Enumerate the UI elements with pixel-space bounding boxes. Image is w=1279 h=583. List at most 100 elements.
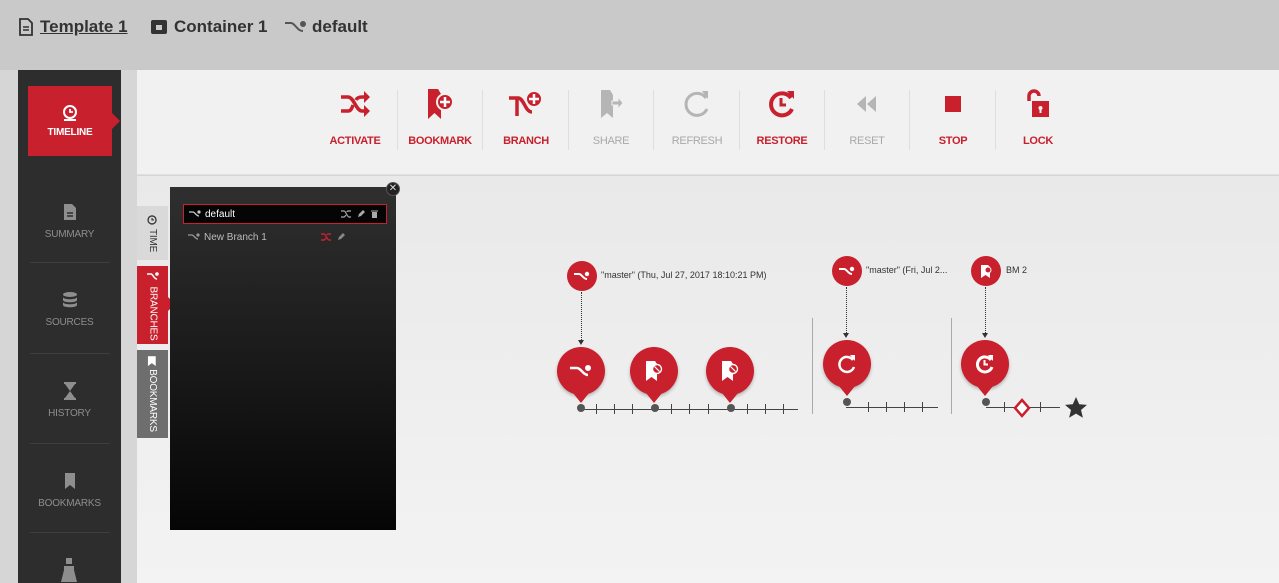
- timeline-tick: [904, 402, 905, 412]
- timeline-tick: [596, 404, 597, 414]
- toolbar-divider: [397, 90, 398, 150]
- sidebar-item-timeline[interactable]: TIMELINE: [28, 86, 120, 156]
- breadcrumb-branch[interactable]: default: [284, 17, 368, 37]
- current-position-diamond-icon[interactable]: [1012, 398, 1032, 418]
- sidebar-item-more[interactable]: [60, 558, 78, 583]
- bookmark-icon: [722, 361, 739, 381]
- close-icon[interactable]: ✕: [386, 182, 400, 196]
- tab-bookmarks[interactable]: BOOKMARKS: [137, 350, 168, 438]
- activate-label: ACTIVATE: [329, 135, 381, 147]
- timeline-arrowhead: [578, 340, 584, 345]
- sidebar-item-label: TIMELINE: [47, 127, 93, 138]
- clock-icon: [63, 105, 77, 121]
- branch-button[interactable]: BRANCH: [486, 84, 566, 147]
- timeline-connector: [846, 287, 847, 335]
- bookmark-marker[interactable]: [971, 256, 1001, 286]
- branch-icon: [189, 210, 201, 217]
- refresh-icon: [838, 355, 856, 374]
- branch-name: default: [205, 208, 236, 220]
- flask-icon: [61, 558, 77, 582]
- sidebar-divider: [30, 443, 110, 444]
- timeline-event[interactable]: [843, 398, 851, 406]
- branch-origin-marker[interactable]: [832, 256, 862, 286]
- timeline-event[interactable]: [727, 404, 735, 412]
- timeline-arrowhead: [982, 333, 988, 338]
- lock-label: LOCK: [1023, 135, 1053, 147]
- bookmark-button[interactable]: BOOKMARK: [400, 84, 480, 147]
- restore-icon: [976, 355, 994, 374]
- edit-icon[interactable]: [337, 233, 345, 241]
- delete-icon[interactable]: [371, 210, 378, 218]
- activate-icon[interactable]: [341, 210, 351, 218]
- unlock-icon: [1027, 89, 1049, 117]
- timeline-tick: [689, 404, 690, 414]
- timeline-axis: [846, 407, 938, 408]
- sidebar-item-label: HISTORY: [48, 407, 91, 419]
- breadcrumb-container[interactable]: Container 1: [150, 17, 268, 37]
- timeline-caption-2: "master" (Fri, Jul 2...: [866, 265, 948, 275]
- branch-icon: [574, 271, 590, 280]
- activate-button[interactable]: ACTIVATE: [315, 84, 395, 147]
- restore-label: RESTORE: [756, 135, 808, 147]
- breadcrumb-template[interactable]: Template 1: [18, 17, 128, 37]
- sidebar-item-sources[interactable]: SOURCES: [18, 266, 121, 352]
- branch-item-new-branch-1[interactable]: New Branch 1: [183, 227, 387, 247]
- toolbar-divider: [568, 90, 569, 150]
- stop-label: STOP: [938, 135, 968, 147]
- reset-button[interactable]: RESET: [827, 84, 907, 147]
- timeline-event[interactable]: [577, 404, 585, 412]
- toolbar-divider: [995, 90, 996, 150]
- branch-icon: [570, 365, 591, 377]
- timeline-tick: [868, 402, 869, 412]
- lock-button[interactable]: LOCK: [998, 84, 1078, 147]
- refresh-button[interactable]: REFRESH: [657, 84, 737, 147]
- breadcrumb: Template 1 Container 1 default: [0, 0, 1279, 70]
- timeline-tick: [783, 404, 784, 414]
- timeline-bookmark-node[interactable]: [706, 347, 754, 403]
- shuffle-icon: [341, 91, 370, 117]
- sidebar-item-history[interactable]: HISTORY: [18, 357, 121, 443]
- sidebar-item-label: SUMMARY: [44, 228, 95, 240]
- stop-button[interactable]: STOP: [913, 84, 993, 147]
- edit-icon[interactable]: [357, 210, 365, 218]
- tab-branches[interactable]: BRANCHES: [137, 266, 175, 344]
- timeline-tick: [747, 404, 748, 414]
- timeline-branch-node[interactable]: [557, 347, 605, 403]
- sidebar-item-summary[interactable]: SUMMARY: [18, 178, 121, 264]
- tab-bookmarks-label: BOOKMARKS: [147, 368, 159, 432]
- branch-origin-marker[interactable]: [567, 261, 597, 291]
- timeline-tick: [765, 404, 766, 414]
- hourglass-icon: [63, 381, 76, 400]
- branch-item-default[interactable]: default: [183, 204, 387, 224]
- tab-branches-label: BRANCHES: [147, 286, 158, 340]
- tab-time-label: TIME: [147, 228, 158, 252]
- timeline-tick: [922, 402, 923, 412]
- toolbar-divider: [909, 90, 910, 150]
- timeline-restore-node[interactable]: [961, 340, 1009, 396]
- document-icon: [63, 203, 76, 220]
- timeline-tick: [886, 402, 887, 412]
- timeline-arrowhead: [843, 333, 849, 338]
- timeline-event[interactable]: [982, 398, 990, 406]
- sidebar-item-bookmarks[interactable]: BOOKMARKS: [18, 447, 121, 533]
- star-icon[interactable]: [1064, 396, 1088, 419]
- bookmark-icon: [646, 361, 663, 381]
- timeline-refresh-node[interactable]: [823, 340, 871, 396]
- activate-icon[interactable]: [321, 233, 331, 241]
- timeline-connector: [581, 292, 582, 342]
- timeline-tick: [1004, 402, 1005, 412]
- share-icon: [601, 90, 623, 118]
- clock-icon: [147, 214, 158, 225]
- toolbar-divider: [482, 90, 483, 150]
- branch-icon: [188, 233, 200, 240]
- container-icon: [151, 20, 167, 34]
- timeline-connector: [985, 287, 986, 335]
- restore-button[interactable]: RESTORE: [742, 84, 822, 147]
- share-button[interactable]: SHARE: [571, 84, 651, 147]
- toolbar: ACTIVATE BOOKMARK BRANCH SHARE REFRESH R…: [137, 70, 1279, 175]
- breadcrumb-container-label: Container 1: [174, 17, 268, 36]
- reset-label: RESET: [849, 135, 885, 147]
- timeline-bookmark-node[interactable]: [630, 347, 678, 403]
- timeline-event[interactable]: [651, 404, 659, 412]
- tab-time[interactable]: TIME: [137, 206, 168, 260]
